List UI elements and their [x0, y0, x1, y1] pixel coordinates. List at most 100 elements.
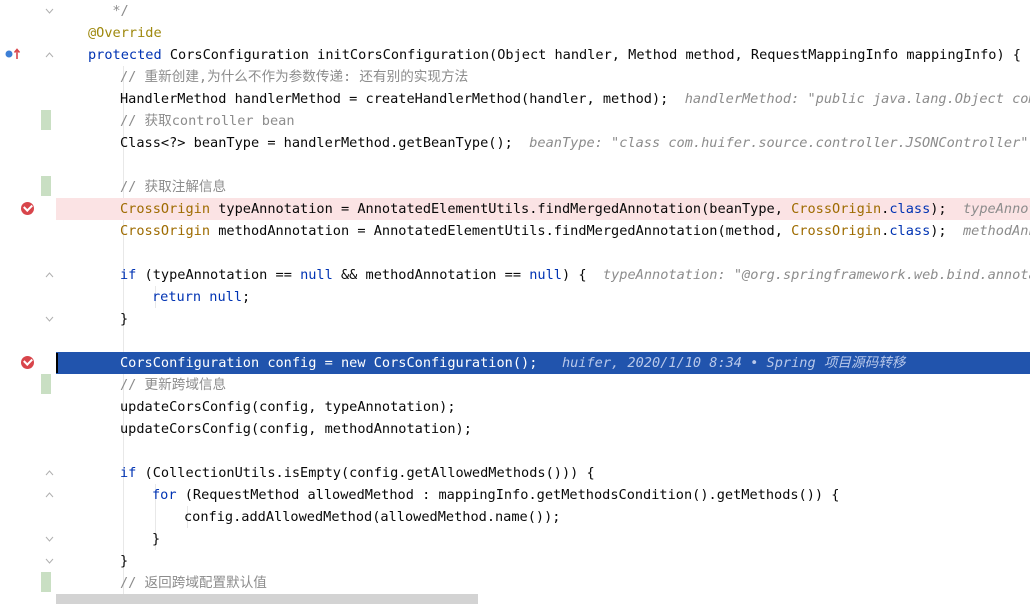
code-line[interactable]: protected CorsConfiguration initCorsConf… [56, 44, 1030, 66]
code-line[interactable]: HandlerMethod handlerMethod = createHand… [56, 88, 1030, 110]
code-token: // 返回跨域配置默认值 [120, 575, 267, 591]
fold-end-icon[interactable] [45, 7, 54, 16]
code-line[interactable]: // 返回跨域配置默认值 [56, 572, 1030, 594]
code-text: Class<?> beanType = handlerMethod.getBea… [120, 132, 1030, 154]
code-line[interactable]: updateCorsConfig(config, typeAnnotation)… [56, 396, 1030, 418]
vcs-change-marker[interactable] [41, 110, 51, 130]
code-line[interactable]: // 重新创建,为什么不作为参数传递: 还有别的实现方法 [56, 66, 1030, 88]
inline-hint: typeAnnotation: "@org.springframework.we… [586, 267, 1030, 283]
code-token: CrossOrigin [120, 223, 211, 239]
code-text: } [120, 550, 128, 572]
text-caret [56, 353, 58, 373]
code-token: null [300, 267, 333, 283]
code-line[interactable] [56, 242, 1030, 264]
code-line[interactable]: Class<?> beanType = handlerMethod.getBea… [56, 132, 1030, 154]
code-token: typeAnnotation = AnnotatedElementUtils.f… [210, 201, 792, 217]
code-token: } [152, 531, 161, 547]
code-token: methodAnnotation = AnnotatedElementUtils… [210, 223, 792, 239]
code-token: @Override [88, 25, 162, 41]
fold-start-icon[interactable] [45, 51, 54, 60]
code-line[interactable]: if (typeAnnotation == null && methodAnno… [56, 264, 1030, 286]
fold-start-icon[interactable] [45, 271, 54, 280]
code-token: protected [88, 47, 170, 63]
code-line[interactable]: // 获取controller bean [56, 110, 1030, 132]
inline-hint: methodAnnotatio [962, 223, 1030, 239]
code-line[interactable]: // 更新跨域信息 [56, 374, 1030, 396]
fold-start-icon[interactable] [45, 469, 54, 478]
code-token: } [120, 553, 129, 569]
code-text: // 返回跨域配置默认值 [120, 572, 267, 594]
code-token: if [120, 465, 137, 481]
code-token: ); [930, 201, 947, 217]
override-method-icon[interactable] [4, 47, 22, 61]
code-line[interactable]: } [56, 308, 1030, 330]
fold-start-icon[interactable] [45, 491, 54, 500]
code-token: } [120, 311, 129, 327]
code-token: // 更新跨域信息 [120, 377, 227, 393]
code-text: if (CollectionUtils.isEmpty(config.getAl… [120, 462, 595, 484]
code-text: CorsConfiguration config = new CorsConfi… [120, 352, 905, 374]
code-token: CorsConfiguration initCorsConfiguration(… [169, 47, 1021, 63]
code-text: */ [96, 0, 128, 22]
code-text: // 获取注解信息 [120, 176, 226, 198]
code-text: protected CorsConfiguration initCorsConf… [88, 44, 1030, 66]
inline-hint: huifer, 2020/1/10 8:34 • Spring 项目源码转移 [537, 355, 906, 371]
code-token: class [889, 201, 931, 217]
code-token: class [889, 223, 931, 239]
code-line[interactable] [56, 330, 1030, 352]
code-token: ; [242, 289, 251, 305]
breakpoint-line[interactable]: CrossOrigin typeAnnotation = AnnotatedEl… [56, 198, 1030, 220]
current-line[interactable]: CorsConfiguration config = new CorsConfi… [56, 352, 1030, 374]
code-token: ) { [561, 267, 587, 283]
code-text: // 获取controller bean [120, 110, 295, 132]
code-text: // 更新跨域信息 [120, 374, 226, 396]
code-line[interactable]: } [56, 550, 1030, 572]
horizontal-scrollbar[interactable] [56, 594, 478, 604]
editor-gutter[interactable] [0, 0, 56, 604]
code-token: CrossOrigin [120, 201, 211, 217]
fold-end-icon[interactable] [45, 315, 54, 324]
code-line[interactable]: CrossOrigin methodAnnotation = Annotated… [56, 220, 1030, 242]
vcs-change-marker[interactable] [41, 374, 51, 394]
code-token: CrossOrigin [791, 223, 882, 239]
code-token: null [529, 267, 562, 283]
code-line[interactable]: // 获取注解信息 [56, 176, 1030, 198]
code-token: if [120, 267, 137, 283]
code-text: updateCorsConfig(config, methodAnnotatio… [120, 418, 472, 440]
code-token: (CollectionUtils.isEmpty(config.getAllow… [136, 465, 595, 481]
inline-hint: beanType: "class com.huifer.source.contr… [512, 135, 1030, 151]
code-line[interactable] [56, 440, 1030, 462]
code-line[interactable]: updateCorsConfig(config, methodAnnotatio… [56, 418, 1030, 440]
code-editor[interactable]: */ @Override protected CorsConfiguration i… [0, 0, 1030, 604]
code-token: return [152, 289, 202, 305]
code-line[interactable]: @Override [56, 22, 1030, 44]
code-line[interactable]: */ [56, 0, 1030, 22]
code-token: null [209, 289, 243, 305]
inline-hint: typeAnnotation [962, 201, 1030, 217]
code-line[interactable]: return null; [56, 286, 1030, 308]
code-line[interactable]: } [56, 528, 1030, 550]
code-token: CorsConfiguration config = new CorsConfi… [120, 355, 538, 371]
code-token: config.addAllowedMethod(allowedMethod.na… [184, 509, 561, 525]
inline-hint: handlerMethod: "public java.lang.Object … [684, 91, 1030, 107]
code-line[interactable]: for (RequestMethod allowedMethod : mappi… [56, 484, 1030, 506]
code-token: // 获取注解信息 [120, 179, 227, 195]
vcs-change-marker[interactable] [41, 176, 51, 196]
code-token: (RequestMethod allowedMethod : mappingIn… [176, 487, 840, 503]
code-text: } [152, 528, 160, 550]
code-token: // 获取controller bean [120, 113, 295, 129]
code-text: CrossOrigin typeAnnotation = AnnotatedEl… [120, 198, 1030, 220]
code-line[interactable] [56, 154, 1030, 176]
breakpoint-icon[interactable] [21, 356, 34, 369]
code-token: updateCorsConfig(config, methodAnnotatio… [120, 421, 472, 437]
breakpoint-icon[interactable] [21, 202, 34, 215]
fold-end-icon[interactable] [45, 557, 54, 566]
code-text: for (RequestMethod allowedMethod : mappi… [152, 484, 839, 506]
code-line[interactable]: config.addAllowedMethod(allowedMethod.na… [56, 506, 1030, 528]
code-token: updateCorsConfig(config, typeAnnotation)… [120, 399, 456, 415]
vcs-change-marker[interactable] [41, 572, 51, 592]
fold-end-icon[interactable] [45, 535, 54, 544]
code-line[interactable]: if (CollectionUtils.isEmpty(config.getAl… [56, 462, 1030, 484]
code-text: // 重新创建,为什么不作为参数传递: 还有别的实现方法 [120, 66, 468, 88]
code-token: (typeAnnotation == [136, 267, 301, 283]
